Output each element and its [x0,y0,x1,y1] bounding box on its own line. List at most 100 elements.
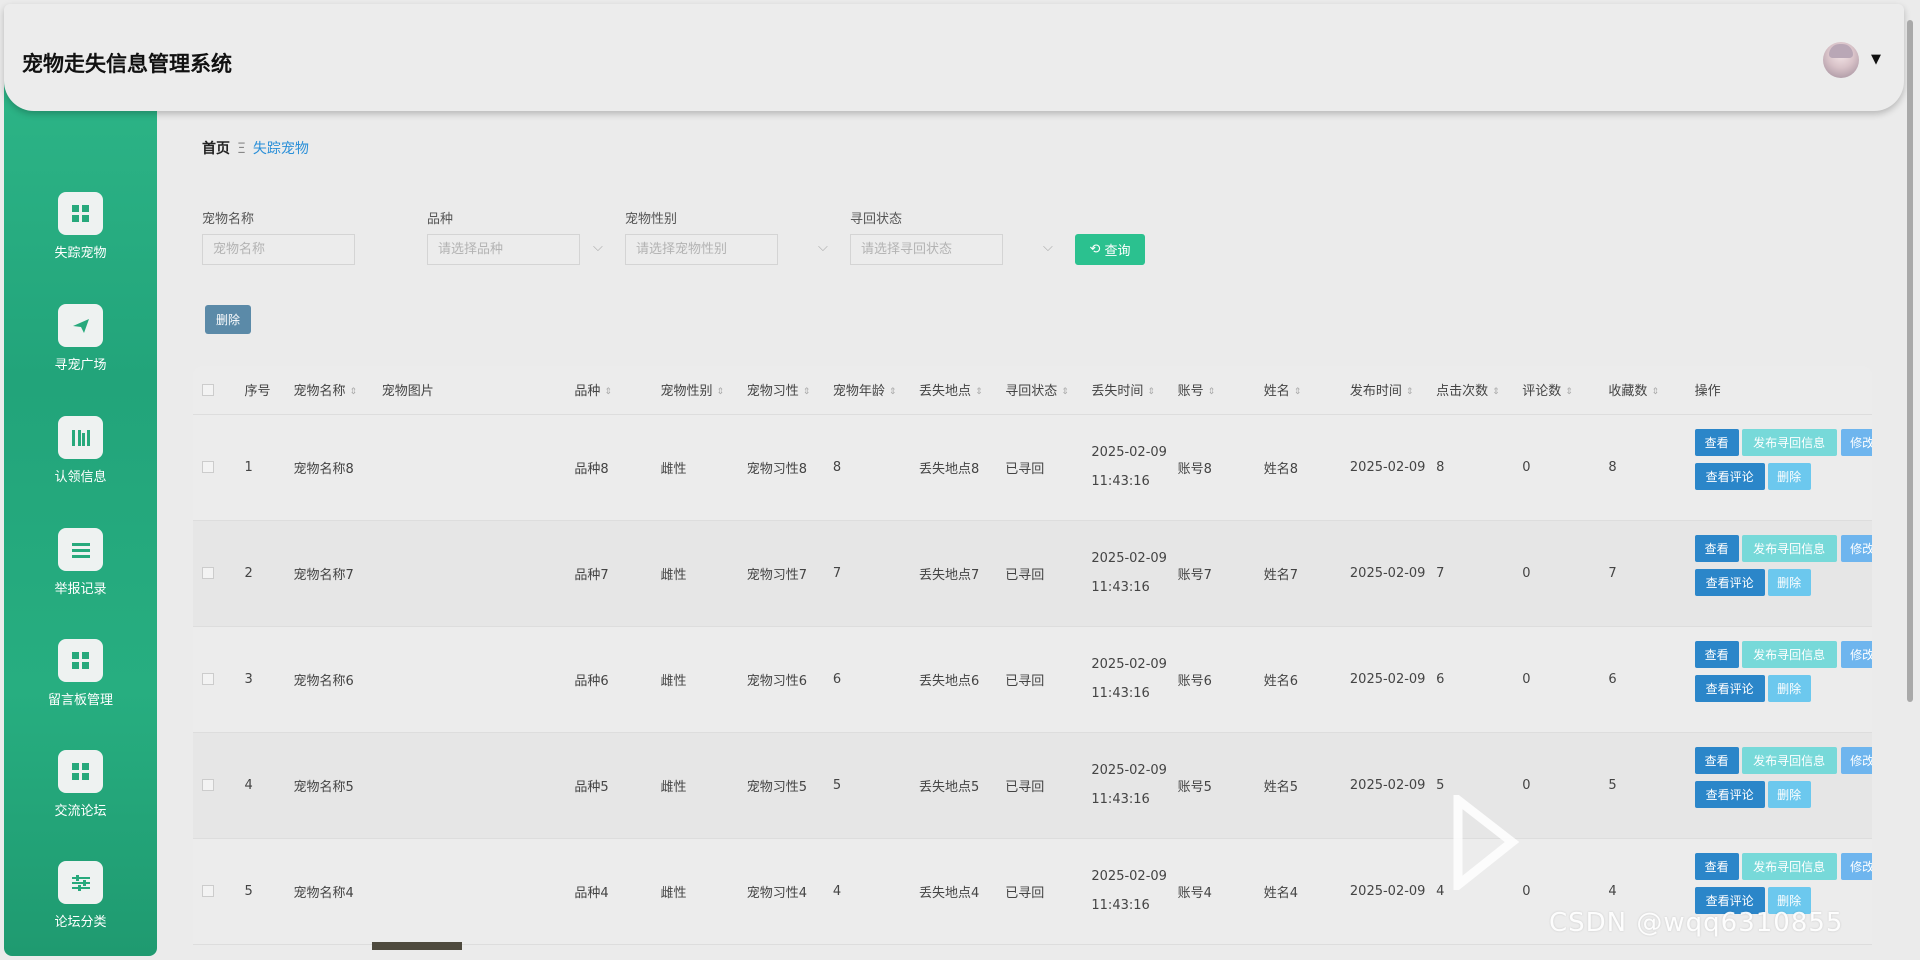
view-comments-button[interactable]: 查看评论 [1694,568,1765,596]
edit-button[interactable]: 修改 [1840,534,1872,562]
view-button[interactable]: 查看 [1694,534,1739,562]
view-comments-button[interactable]: 查看评论 [1694,462,1765,490]
column-header[interactable]: 宠物习性 ⇕ [737,366,824,415]
column-header[interactable]: 寻回状态 ⇕ [996,366,1083,415]
column-header[interactable]: 宠物名称 ⇕ [284,366,373,415]
publish-found-button[interactable]: 发布寻回信息 [1741,534,1837,562]
cell-name: 宠物名称5 [293,779,354,795]
query-button[interactable]: ⟲ 查询 [1075,234,1145,265]
cell-status: 已寻回 [1005,885,1045,901]
view-button[interactable]: 查看 [1694,852,1739,880]
edit-button[interactable]: 修改 [1840,640,1872,668]
breadcrumb-home[interactable]: 首页 [202,141,230,157]
column-header[interactable]: 姓名 ⇕ [1254,366,1341,415]
view-button[interactable]: 查看 [1694,640,1739,668]
list-icon [58,528,103,571]
edit-button[interactable]: 修改 [1840,428,1872,456]
view-button[interactable]: 查看 [1694,428,1739,456]
chevron-down-icon[interactable]: ⌵ [593,240,603,255]
cell-lost-time: 2025-02-09 11:43:16 [1091,869,1167,913]
cell-account: 账号4 [1177,885,1212,901]
column-header[interactable]: 点击次数 ⇕ [1427,366,1514,415]
cell-comments: 0 [1522,777,1531,793]
csdn-watermark: CSDN @wqq6310855 [1549,908,1844,938]
view-comments-button[interactable]: 查看评论 [1694,780,1765,808]
column-header[interactable]: 丢失地点 ⇕ [910,366,997,415]
pet-image-cell [373,414,566,520]
page-scrollbar[interactable] [1907,20,1913,702]
column-header[interactable]: 宠物性别 ⇕ [651,366,738,415]
sidebar-item-pet-square[interactable]: 寻宠广场 [4,304,157,394]
cell-breed: 品种8 [574,461,609,477]
batch-delete-button[interactable]: 删除 [205,305,251,334]
sidebar-item-forum[interactable]: 交流论坛 [4,750,157,840]
column-header[interactable]: 宠物年龄 ⇕ [823,366,911,415]
row-checkbox[interactable] [202,461,214,473]
pet-name-input[interactable] [202,234,355,265]
user-avatar[interactable] [1823,42,1859,78]
column-header[interactable]: 收藏数 ⇕ [1599,366,1686,415]
column-header[interactable]: 品种 ⇕ [565,366,652,415]
sort-icon: ⇕ [1492,386,1500,397]
cell-person: 姓名6 [1263,673,1299,689]
sidebar-item-message-board[interactable]: 留言板管理 [4,639,157,729]
column-header[interactable]: 评论数 ⇕ [1513,366,1600,415]
book-icon [58,416,103,459]
sort-icon: ⇕ [1293,386,1302,397]
table-row: 2 宠物名称7 品种7 雌性 宠物习性7 7 丢失地点7 已寻回 2025-02-09 11:43… [193,520,1872,626]
view-button[interactable]: 查看 [1694,746,1739,774]
cell-lost-time: 2025-02-09 11:43:16 [1091,445,1167,489]
cell-favorites: 5 [1608,777,1617,793]
caret-down-icon[interactable]: ▼ [1871,52,1881,67]
sort-icon: ⇕ [1651,386,1659,397]
row-checkbox[interactable] [202,779,214,791]
publish-found-button[interactable]: 发布寻回信息 [1741,640,1837,668]
chevron-down-icon[interactable]: ⌵ [818,240,828,255]
cell-status: 已寻回 [1005,779,1045,795]
cell-breed: 品种6 [574,673,609,689]
cell-comments: 0 [1522,565,1531,581]
select-all-checkbox[interactable] [202,383,214,396]
gender-select[interactable] [625,234,778,265]
cell-status: 已寻回 [1005,673,1045,689]
row-checkbox[interactable] [202,673,214,685]
breadcrumb: 首页 Ξ 失踪宠物 [202,138,309,158]
cell-publish: 2025-02-09 [1349,671,1426,687]
cell-account: 账号6 [1177,673,1212,689]
column-header[interactable]: 账号 ⇕ [1168,366,1255,415]
cell-place: 丢失地点5 [919,779,980,795]
view-comments-button[interactable]: 查看评论 [1694,674,1765,702]
publish-found-button[interactable]: 发布寻回信息 [1741,428,1837,456]
publish-found-button[interactable]: 发布寻回信息 [1741,852,1837,880]
cell-habit: 宠物习性6 [746,673,807,689]
delete-button[interactable]: 删除 [1767,780,1811,808]
sidebar-item-report-records[interactable]: 举报记录 [4,528,157,618]
delete-button[interactable]: 删除 [1767,674,1811,702]
sidebar-item-claim-info[interactable]: 认领信息 [4,416,157,506]
cell-publish: 2025-02-09 [1349,777,1426,793]
breed-select[interactable] [427,234,580,265]
cell-favorites: 7 [1608,565,1617,581]
column-header[interactable]: 丢失时间 ⇕ [1082,366,1169,415]
sort-icon: ⇕ [975,386,983,397]
column-header[interactable]: 发布时间 ⇕ [1340,366,1428,415]
delete-button[interactable]: 删除 [1767,462,1811,490]
cell-place: 丢失地点6 [919,673,980,689]
publish-found-button[interactable]: 发布寻回信息 [1741,746,1837,774]
breadcrumb-current[interactable]: 失踪宠物 [253,141,309,157]
cell-person: 姓名7 [1263,567,1299,583]
table-row: 3 宠物名称6 品种6 雌性 宠物习性6 6 丢失地点6 已寻回 2025-02-09 11:43… [193,626,1872,732]
edit-button[interactable]: 修改 [1840,852,1872,880]
sidebar-item-forum-category[interactable]: 论坛分类 [4,861,157,951]
column-header: 序号 [235,366,285,415]
edit-button[interactable]: 修改 [1840,746,1872,774]
cell-no: 2 [244,565,253,581]
chevron-down-icon[interactable]: ⌵ [1043,240,1053,255]
sidebar-item-label: 举报记录 [54,582,107,597]
row-checkbox[interactable] [202,885,214,897]
sidebar-item-lost-pets[interactable]: 失踪宠物 [4,192,157,282]
cell-habit: 宠物习性8 [746,461,807,477]
row-checkbox[interactable] [202,567,214,579]
delete-button[interactable]: 删除 [1767,568,1811,596]
status-select[interactable] [850,234,1003,265]
